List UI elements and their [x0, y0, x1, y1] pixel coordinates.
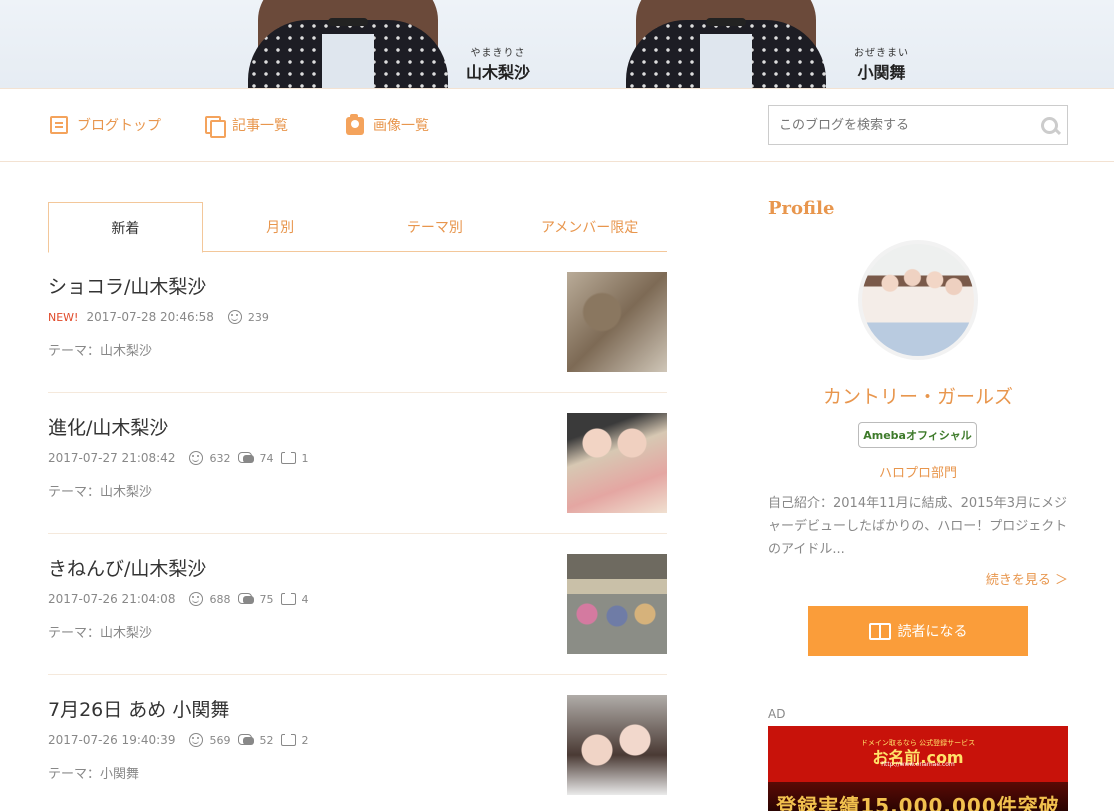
entry-meta: 2017-07-26 19:40:39 569 52 2: [48, 731, 316, 747]
entry-date: 2017-07-26 21:04:08: [48, 592, 176, 606]
official-badge: Amebaオフィシャル: [858, 422, 977, 448]
header-banner: やまきりさ 山木梨沙 おぜきまい 小関舞: [0, 0, 1114, 88]
camera-icon: [346, 114, 364, 135]
entry-theme[interactable]: テーマ：山木梨沙: [48, 622, 152, 641]
like-count: 239: [247, 310, 269, 324]
become-reader-button[interactable]: 読者になる: [808, 606, 1028, 656]
tab-theme[interactable]: テーマ別: [358, 202, 513, 252]
comment-icon: [238, 593, 255, 605]
entry-date: 2017-07-28 20:46:58: [86, 310, 214, 324]
list-item: 7月26日 あめ 小関舞 2017-07-26 19:40:39 569 52 …: [48, 675, 667, 811]
entry-title[interactable]: 7月26日 あめ 小関舞: [48, 695, 229, 722]
like-count: 632: [209, 451, 231, 465]
like-icon: [189, 592, 204, 606]
ad-headline: 登録実績15,000,000件突破: [776, 794, 1060, 811]
member-name-ruby: やまきりさ: [470, 48, 526, 59]
comment-count: 52: [259, 733, 274, 747]
reblog-icon: [281, 590, 297, 605]
comment-icon: [238, 734, 255, 746]
entry-theme[interactable]: テーマ：山木梨沙: [48, 481, 152, 500]
list-item: きねんび/山木梨沙 2017-07-26 21:04:08 688 75 4 テ…: [48, 534, 667, 675]
entry-thumbnail[interactable]: [567, 554, 667, 654]
entry-title[interactable]: ショコラ/山木梨沙: [48, 272, 206, 299]
blog-top-icon: [50, 116, 68, 134]
comment-count: 75: [259, 592, 274, 606]
avatar[interactable]: [858, 240, 978, 360]
entry-list: ショコラ/山木梨沙 NEW! 2017-07-28 20:46:58 239 テ…: [48, 252, 667, 811]
entry-tabs: 新着 月別 テーマ別 アメンバー限定: [48, 202, 667, 253]
entry-meta: 2017-07-26 21:04:08 688 75 4: [48, 590, 316, 606]
tab-monthly[interactable]: 月別: [203, 202, 358, 252]
nav-blog-top[interactable]: ブログトップ: [50, 115, 161, 135]
ad-banner[interactable]: ドメイン取るなら 公式登録サービス お名前.com http://www.ona…: [768, 726, 1068, 811]
entry-thumbnail[interactable]: [567, 695, 667, 795]
member-photo-ozeki: [626, 0, 826, 88]
profile-name[interactable]: カントリー・ガールズ: [768, 382, 1068, 409]
member-photo-yamaki: [248, 0, 448, 88]
list-item: ショコラ/山木梨沙 NEW! 2017-07-28 20:46:58 239 テ…: [48, 252, 667, 393]
profile-heading: Profile: [768, 198, 835, 219]
entry-theme[interactable]: テーマ：小関舞: [48, 763, 139, 782]
search-input[interactable]: [769, 106, 1033, 144]
reblog-icon: [281, 731, 297, 746]
member-name-text: 小関舞: [857, 63, 906, 82]
like-icon: [189, 733, 204, 747]
nav-article-list[interactable]: 記事一覧: [205, 115, 288, 138]
member-name-ozeki: おぜきまい 小関舞: [854, 44, 909, 83]
profile-category[interactable]: ハロプロ部門: [768, 462, 1068, 481]
blog-search: [768, 105, 1068, 145]
search-icon[interactable]: [1033, 106, 1067, 144]
like-count: 569: [209, 733, 231, 747]
read-more-link[interactable]: 続きを見る ＞: [768, 569, 1068, 588]
profile-intro: 自己紹介：2014年11月に結成、2015年3月にメジャーデビューしたばかりの、…: [768, 496, 1068, 557]
tab-latest[interactable]: 新着: [48, 202, 203, 253]
entry-thumbnail[interactable]: [567, 272, 667, 372]
reader-button-label: 読者になる: [897, 624, 968, 640]
like-count: 688: [209, 592, 231, 606]
book-icon: [868, 623, 891, 640]
reblog-count: 4: [301, 592, 309, 606]
entry-meta: 2017-07-27 21:08:42 632 74 1: [48, 449, 316, 465]
nav-label: 画像一覧: [373, 118, 429, 134]
entry-thumbnail[interactable]: [567, 413, 667, 513]
nav-image-list[interactable]: 画像一覧: [346, 114, 429, 135]
reblog-count: 1: [301, 451, 309, 465]
article-list-icon: [205, 116, 226, 138]
like-icon: [189, 451, 204, 465]
reblog-count: 2: [301, 733, 309, 747]
entry-date: 2017-07-27 21:08:42: [48, 451, 176, 465]
member-name-ruby: おぜきまい: [854, 48, 909, 59]
tab-amember[interactable]: アメンバー限定: [512, 202, 667, 252]
nav-label: ブログトップ: [77, 118, 161, 134]
entry-theme[interactable]: テーマ：山木梨沙: [48, 340, 152, 359]
reblog-icon: [281, 449, 297, 464]
blog-navbar: ブログトップ 記事一覧 画像一覧: [0, 88, 1114, 162]
like-icon: [227, 310, 242, 324]
entry-meta: NEW! 2017-07-28 20:46:58 239: [48, 310, 277, 324]
entry-title[interactable]: きねんび/山木梨沙: [48, 554, 206, 581]
ad-url: http://www.onamae.com: [881, 761, 955, 768]
entry-date: 2017-07-26 19:40:39: [48, 733, 176, 747]
entry-title[interactable]: 進化/山木梨沙: [48, 413, 168, 440]
comment-icon: [238, 452, 255, 464]
ad-label: AD: [768, 707, 786, 721]
list-item: 進化/山木梨沙 2017-07-27 21:08:42 632 74 1 テーマ…: [48, 393, 667, 534]
new-badge: NEW!: [48, 310, 79, 324]
member-name-text: 山木梨沙: [466, 63, 531, 82]
member-name-yamaki: やまきりさ 山木梨沙: [466, 44, 530, 83]
comment-count: 74: [259, 451, 274, 465]
nav-label: 記事一覧: [232, 118, 288, 134]
